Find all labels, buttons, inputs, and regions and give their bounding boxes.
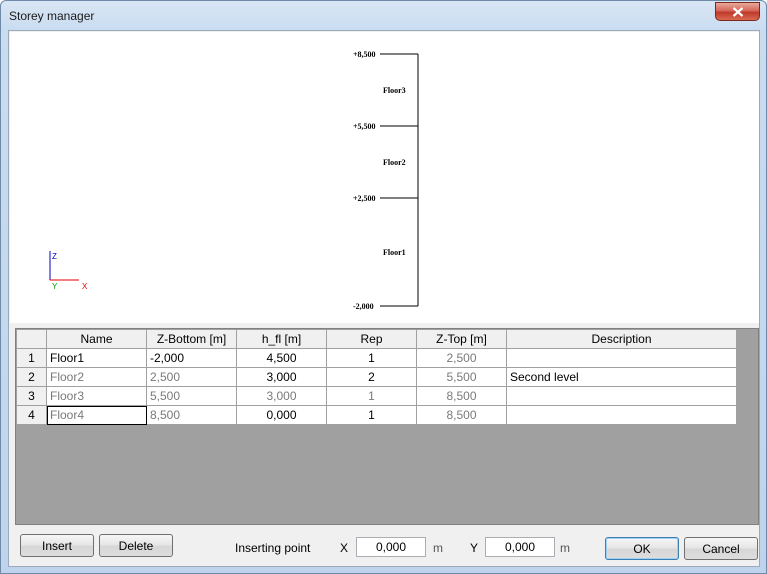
storey-table: Name Z-Bottom [m] h_fl [m] Rep Z-Top [m]… xyxy=(16,329,737,425)
table-row[interactable]: 3 Floor3 5,500 3,000 1 8,500 xyxy=(16,386,737,406)
close-icon xyxy=(732,6,743,17)
row-number[interactable]: 2 xyxy=(16,367,47,387)
cell-name[interactable]: Floor1 xyxy=(46,348,147,368)
cell-name-selected[interactable]: Floor4 xyxy=(46,405,147,425)
storey-preview: Z Y X +8,500 +5,500 +2,500 -2,000 Floor3 Flo… xyxy=(10,32,759,323)
floor-labels: Floor3 Floor2 Floor1 xyxy=(383,86,406,257)
table-row[interactable]: 1 Floor1 -2,000 4,500 1 2,500 xyxy=(16,348,737,368)
cell-z-bottom: 8,500 xyxy=(146,405,237,425)
ok-button[interactable]: OK xyxy=(605,537,679,560)
x-axis-label: X xyxy=(82,282,88,291)
table-row[interactable]: 4 Floor4 8,500 0,000 1 8,500 xyxy=(16,405,737,425)
storey-manager-window: Storey manager Z Y X +8,500 +5,500 +2,500 -… xyxy=(0,0,767,574)
row-number[interactable]: 4 xyxy=(16,405,47,425)
floor-label: Floor2 xyxy=(383,158,406,167)
header-name[interactable]: Name xyxy=(46,329,147,349)
title-bar[interactable]: Storey manager xyxy=(1,1,766,31)
x-coordinate-input[interactable]: 0,000 xyxy=(356,537,426,557)
inserting-point-label: Inserting point xyxy=(235,541,311,555)
level-label: +8,500 xyxy=(353,50,376,59)
cell-z-bottom: 5,500 xyxy=(146,386,237,406)
cancel-button[interactable]: Cancel xyxy=(684,537,758,560)
cell-z-top: 2,500 xyxy=(416,348,507,368)
header-description[interactable]: Description xyxy=(506,329,737,349)
cell-h-fl[interactable]: 4,500 xyxy=(236,348,327,368)
row-number[interactable]: 3 xyxy=(16,386,47,406)
cell-name[interactable]: Floor3 xyxy=(46,386,147,406)
axis-gizmo: Z Y X xyxy=(49,251,88,291)
y-coordinate-input[interactable]: 0,000 xyxy=(485,537,555,557)
window-title: Storey manager xyxy=(9,9,95,23)
y-axis-label: Y xyxy=(52,282,58,291)
cell-description[interactable] xyxy=(506,405,737,425)
cell-rep[interactable]: 2 xyxy=(326,367,417,387)
cell-z-top: 5,500 xyxy=(416,367,507,387)
table-row[interactable]: 2 Floor2 2,500 3,000 2 5,500 Second leve… xyxy=(16,367,737,387)
header-h-fl[interactable]: h_fl [m] xyxy=(236,329,327,349)
level-label: -2,000 xyxy=(353,302,374,311)
floor-label: Floor1 xyxy=(383,248,406,257)
storey-table-area: Name Z-Bottom [m] h_fl [m] Rep Z-Top [m]… xyxy=(15,328,759,525)
cell-rep[interactable]: 1 xyxy=(326,405,417,425)
insert-button[interactable]: Insert xyxy=(20,534,94,557)
storey-preview-diagram: Z Y X +8,500+5,500+2,500-2,000 Floor3Flo… xyxy=(49,50,419,311)
floor-label: Floor3 xyxy=(383,86,406,95)
row-number[interactable]: 1 xyxy=(16,348,47,368)
cell-description[interactable] xyxy=(506,386,737,406)
x-coordinate-label: X xyxy=(340,541,349,555)
z-axis-label: Z xyxy=(52,252,57,261)
close-button[interactable] xyxy=(715,2,760,21)
cell-rep[interactable]: 1 xyxy=(326,348,417,368)
level-label: +2,500 xyxy=(353,194,376,203)
cell-z-top: 8,500 xyxy=(416,405,507,425)
delete-button[interactable]: Delete xyxy=(99,534,173,557)
cell-rep[interactable]: 1 xyxy=(326,386,417,406)
header-rep[interactable]: Rep xyxy=(326,329,417,349)
header-z-bottom[interactable]: Z-Bottom [m] xyxy=(146,329,237,349)
cell-name[interactable]: Floor2 xyxy=(46,367,147,387)
header-corner xyxy=(16,329,47,349)
header-z-top[interactable]: Z-Top [m] xyxy=(416,329,507,349)
cell-h-fl[interactable]: 3,000 xyxy=(236,386,327,406)
cell-z-bottom[interactable]: -2,000 xyxy=(146,348,237,368)
cell-h-fl[interactable]: 0,000 xyxy=(236,405,327,425)
cell-description[interactable] xyxy=(506,348,737,368)
y-unit-label: m xyxy=(560,541,570,555)
y-coordinate-label: Y xyxy=(470,541,479,555)
level-label: +5,500 xyxy=(353,122,376,131)
x-unit-label: m xyxy=(433,541,443,555)
cell-description[interactable]: Second level xyxy=(506,367,737,387)
cell-z-bottom: 2,500 xyxy=(146,367,237,387)
dialog-client-area: Z Y X +8,500 +5,500 +2,500 -2,000 Floor3 Flo… xyxy=(8,30,760,567)
table-header-row: Name Z-Bottom [m] h_fl [m] Rep Z-Top [m]… xyxy=(16,329,737,349)
cell-h-fl[interactable]: 3,000 xyxy=(236,367,327,387)
cell-z-top: 8,500 xyxy=(416,386,507,406)
